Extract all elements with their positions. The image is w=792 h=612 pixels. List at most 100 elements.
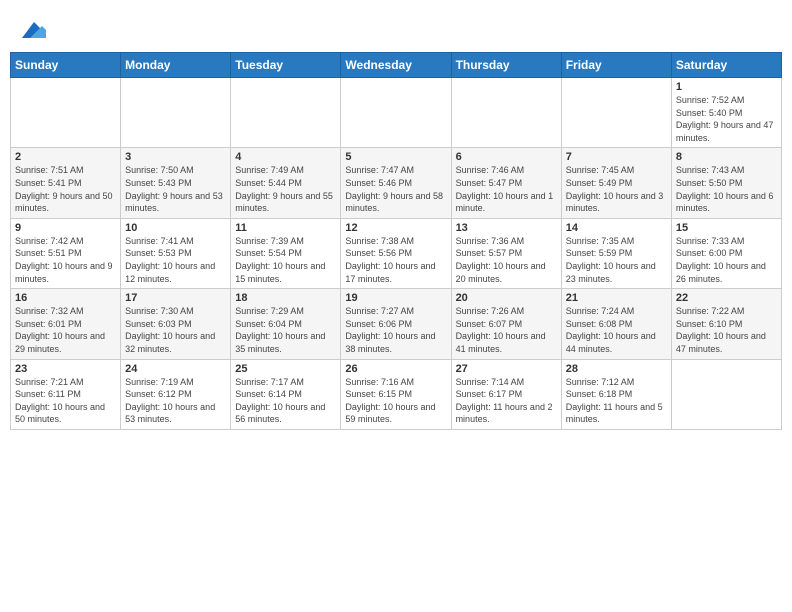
weekday-header-sunday: Sunday <box>11 53 121 78</box>
day-number: 26 <box>345 363 446 375</box>
calendar-cell: 4Sunrise: 7:49 AM Sunset: 5:44 PM Daylig… <box>231 148 341 218</box>
day-info: Sunrise: 7:27 AM Sunset: 6:06 PM Dayligh… <box>345 305 446 355</box>
calendar-week-row: 1Sunrise: 7:52 AM Sunset: 5:40 PM Daylig… <box>11 78 782 148</box>
calendar-cell: 12Sunrise: 7:38 AM Sunset: 5:56 PM Dayli… <box>341 218 451 288</box>
day-number: 14 <box>566 222 667 234</box>
day-info: Sunrise: 7:46 AM Sunset: 5:47 PM Dayligh… <box>456 164 557 214</box>
calendar-cell <box>341 78 451 148</box>
day-number: 6 <box>456 151 557 163</box>
day-number: 15 <box>676 222 777 234</box>
calendar-week-row: 9Sunrise: 7:42 AM Sunset: 5:51 PM Daylig… <box>11 218 782 288</box>
day-number: 24 <box>125 363 226 375</box>
calendar-cell: 2Sunrise: 7:51 AM Sunset: 5:41 PM Daylig… <box>11 148 121 218</box>
calendar-cell: 16Sunrise: 7:32 AM Sunset: 6:01 PM Dayli… <box>11 289 121 359</box>
day-info: Sunrise: 7:51 AM Sunset: 5:41 PM Dayligh… <box>15 164 116 214</box>
calendar-cell <box>231 78 341 148</box>
day-info: Sunrise: 7:35 AM Sunset: 5:59 PM Dayligh… <box>566 235 667 285</box>
weekday-header-tuesday: Tuesday <box>231 53 341 78</box>
calendar-cell: 5Sunrise: 7:47 AM Sunset: 5:46 PM Daylig… <box>341 148 451 218</box>
day-number: 13 <box>456 222 557 234</box>
calendar-cell: 9Sunrise: 7:42 AM Sunset: 5:51 PM Daylig… <box>11 218 121 288</box>
calendar-cell: 19Sunrise: 7:27 AM Sunset: 6:06 PM Dayli… <box>341 289 451 359</box>
calendar-cell: 8Sunrise: 7:43 AM Sunset: 5:50 PM Daylig… <box>671 148 781 218</box>
day-number: 28 <box>566 363 667 375</box>
day-info: Sunrise: 7:42 AM Sunset: 5:51 PM Dayligh… <box>15 235 116 285</box>
weekday-header-monday: Monday <box>121 53 231 78</box>
day-number: 10 <box>125 222 226 234</box>
day-info: Sunrise: 7:14 AM Sunset: 6:17 PM Dayligh… <box>456 376 557 426</box>
day-number: 5 <box>345 151 446 163</box>
day-info: Sunrise: 7:52 AM Sunset: 5:40 PM Dayligh… <box>676 94 777 144</box>
logo-icon <box>14 14 46 46</box>
day-info: Sunrise: 7:47 AM Sunset: 5:46 PM Dayligh… <box>345 164 446 214</box>
day-number: 4 <box>235 151 336 163</box>
day-info: Sunrise: 7:17 AM Sunset: 6:14 PM Dayligh… <box>235 376 336 426</box>
day-number: 16 <box>15 292 116 304</box>
calendar-cell <box>121 78 231 148</box>
calendar-cell: 27Sunrise: 7:14 AM Sunset: 6:17 PM Dayli… <box>451 359 561 429</box>
calendar-cell: 10Sunrise: 7:41 AM Sunset: 5:53 PM Dayli… <box>121 218 231 288</box>
calendar-cell: 26Sunrise: 7:16 AM Sunset: 6:15 PM Dayli… <box>341 359 451 429</box>
day-info: Sunrise: 7:43 AM Sunset: 5:50 PM Dayligh… <box>676 164 777 214</box>
calendar-cell <box>451 78 561 148</box>
day-number: 7 <box>566 151 667 163</box>
calendar-cell <box>11 78 121 148</box>
calendar-cell: 15Sunrise: 7:33 AM Sunset: 6:00 PM Dayli… <box>671 218 781 288</box>
calendar-cell: 13Sunrise: 7:36 AM Sunset: 5:57 PM Dayli… <box>451 218 561 288</box>
day-number: 1 <box>676 81 777 93</box>
day-info: Sunrise: 7:33 AM Sunset: 6:00 PM Dayligh… <box>676 235 777 285</box>
weekday-header-thursday: Thursday <box>451 53 561 78</box>
day-number: 25 <box>235 363 336 375</box>
day-number: 11 <box>235 222 336 234</box>
weekday-header-saturday: Saturday <box>671 53 781 78</box>
day-number: 2 <box>15 151 116 163</box>
day-number: 12 <box>345 222 446 234</box>
calendar-cell: 1Sunrise: 7:52 AM Sunset: 5:40 PM Daylig… <box>671 78 781 148</box>
calendar-cell: 18Sunrise: 7:29 AM Sunset: 6:04 PM Dayli… <box>231 289 341 359</box>
day-number: 17 <box>125 292 226 304</box>
calendar-cell: 17Sunrise: 7:30 AM Sunset: 6:03 PM Dayli… <box>121 289 231 359</box>
calendar-cell: 6Sunrise: 7:46 AM Sunset: 5:47 PM Daylig… <box>451 148 561 218</box>
day-number: 3 <box>125 151 226 163</box>
day-info: Sunrise: 7:16 AM Sunset: 6:15 PM Dayligh… <box>345 376 446 426</box>
day-info: Sunrise: 7:19 AM Sunset: 6:12 PM Dayligh… <box>125 376 226 426</box>
day-number: 18 <box>235 292 336 304</box>
day-number: 22 <box>676 292 777 304</box>
calendar-cell: 20Sunrise: 7:26 AM Sunset: 6:07 PM Dayli… <box>451 289 561 359</box>
day-info: Sunrise: 7:29 AM Sunset: 6:04 PM Dayligh… <box>235 305 336 355</box>
day-number: 27 <box>456 363 557 375</box>
day-info: Sunrise: 7:26 AM Sunset: 6:07 PM Dayligh… <box>456 305 557 355</box>
day-info: Sunrise: 7:30 AM Sunset: 6:03 PM Dayligh… <box>125 305 226 355</box>
logo <box>10 14 46 46</box>
day-number: 23 <box>15 363 116 375</box>
calendar-cell: 23Sunrise: 7:21 AM Sunset: 6:11 PM Dayli… <box>11 359 121 429</box>
calendar-week-row: 2Sunrise: 7:51 AM Sunset: 5:41 PM Daylig… <box>11 148 782 218</box>
calendar-cell: 21Sunrise: 7:24 AM Sunset: 6:08 PM Dayli… <box>561 289 671 359</box>
day-info: Sunrise: 7:32 AM Sunset: 6:01 PM Dayligh… <box>15 305 116 355</box>
day-info: Sunrise: 7:45 AM Sunset: 5:49 PM Dayligh… <box>566 164 667 214</box>
day-number: 20 <box>456 292 557 304</box>
weekday-header-friday: Friday <box>561 53 671 78</box>
calendar-cell: 11Sunrise: 7:39 AM Sunset: 5:54 PM Dayli… <box>231 218 341 288</box>
calendar-cell: 28Sunrise: 7:12 AM Sunset: 6:18 PM Dayli… <box>561 359 671 429</box>
day-info: Sunrise: 7:36 AM Sunset: 5:57 PM Dayligh… <box>456 235 557 285</box>
page-header <box>10 10 782 46</box>
day-info: Sunrise: 7:41 AM Sunset: 5:53 PM Dayligh… <box>125 235 226 285</box>
calendar-cell: 22Sunrise: 7:22 AM Sunset: 6:10 PM Dayli… <box>671 289 781 359</box>
calendar-cell: 14Sunrise: 7:35 AM Sunset: 5:59 PM Dayli… <box>561 218 671 288</box>
calendar-cell: 7Sunrise: 7:45 AM Sunset: 5:49 PM Daylig… <box>561 148 671 218</box>
day-number: 21 <box>566 292 667 304</box>
day-info: Sunrise: 7:39 AM Sunset: 5:54 PM Dayligh… <box>235 235 336 285</box>
calendar-cell <box>671 359 781 429</box>
calendar-header-row: SundayMondayTuesdayWednesdayThursdayFrid… <box>11 53 782 78</box>
calendar-table: SundayMondayTuesdayWednesdayThursdayFrid… <box>10 52 782 430</box>
calendar-cell: 3Sunrise: 7:50 AM Sunset: 5:43 PM Daylig… <box>121 148 231 218</box>
day-number: 19 <box>345 292 446 304</box>
day-info: Sunrise: 7:38 AM Sunset: 5:56 PM Dayligh… <box>345 235 446 285</box>
calendar-cell: 25Sunrise: 7:17 AM Sunset: 6:14 PM Dayli… <box>231 359 341 429</box>
calendar-week-row: 16Sunrise: 7:32 AM Sunset: 6:01 PM Dayli… <box>11 289 782 359</box>
day-number: 9 <box>15 222 116 234</box>
day-info: Sunrise: 7:22 AM Sunset: 6:10 PM Dayligh… <box>676 305 777 355</box>
day-info: Sunrise: 7:12 AM Sunset: 6:18 PM Dayligh… <box>566 376 667 426</box>
weekday-header-wednesday: Wednesday <box>341 53 451 78</box>
